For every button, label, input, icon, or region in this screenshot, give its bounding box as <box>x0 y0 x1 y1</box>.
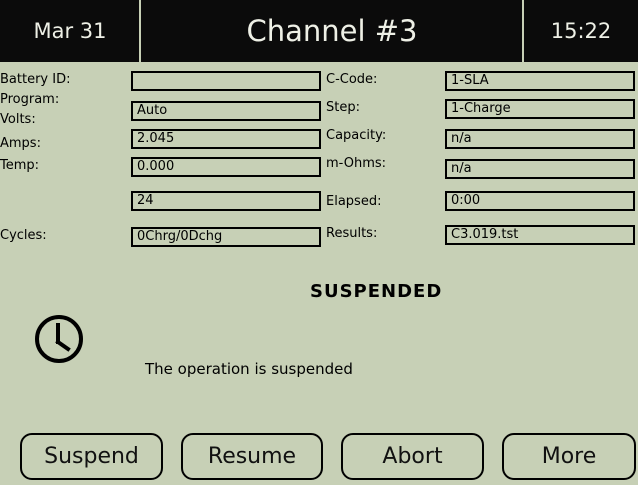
field-label: Step: <box>326 100 360 115</box>
m-ohms-value: n/a <box>445 159 635 179</box>
results-value: C3.019.tst <box>445 225 635 245</box>
field-label: Amps: <box>0 136 41 151</box>
temp-value: 24 <box>131 191 321 211</box>
step-value: 1-Charge <box>445 99 635 119</box>
status-title: SUSPENDED <box>310 281 443 302</box>
header-date: Mar 31 <box>33 19 107 43</box>
clock-icon <box>33 313 85 365</box>
cycles-value: 0Chrg/0Dchg <box>131 227 321 247</box>
channel-title: Channel #3 <box>246 14 418 48</box>
status-message: The operation is suspended <box>145 360 353 378</box>
suspend-button[interactable]: Suspend <box>20 433 163 480</box>
field-label: Temp: <box>0 158 40 173</box>
field-label: Volts: <box>0 112 36 127</box>
field-label: Battery ID: <box>0 72 71 87</box>
field-label: m-Ohms: <box>326 156 387 171</box>
field-label: Program: <box>0 92 60 107</box>
field-label: Elapsed: <box>326 194 382 209</box>
more-button[interactable]: More <box>502 433 636 480</box>
header-bar: Mar 31 Channel #3 15:22 <box>0 0 638 62</box>
field-label: Results: <box>326 226 378 241</box>
program-value: Auto <box>131 101 321 121</box>
field-label: C-Code: <box>326 72 378 87</box>
header-time: 15:22 <box>550 19 612 43</box>
volts-value: 2.045 <box>131 129 321 149</box>
battery-id-value <box>131 71 321 91</box>
c-code-value: 1-SLA <box>445 71 635 91</box>
capacity-value: n/a <box>445 129 635 149</box>
abort-button[interactable]: Abort <box>341 433 484 480</box>
elapsed-value: 0:00 <box>445 191 635 211</box>
field-label: Cycles: <box>0 228 47 243</box>
resume-button[interactable]: Resume <box>181 433 323 480</box>
amps-value: 0.000 <box>131 157 321 177</box>
charger-screen: Mar 31 Channel #3 15:22 Battery ID: Prog… <box>0 0 638 485</box>
field-label: Capacity: <box>326 128 387 143</box>
